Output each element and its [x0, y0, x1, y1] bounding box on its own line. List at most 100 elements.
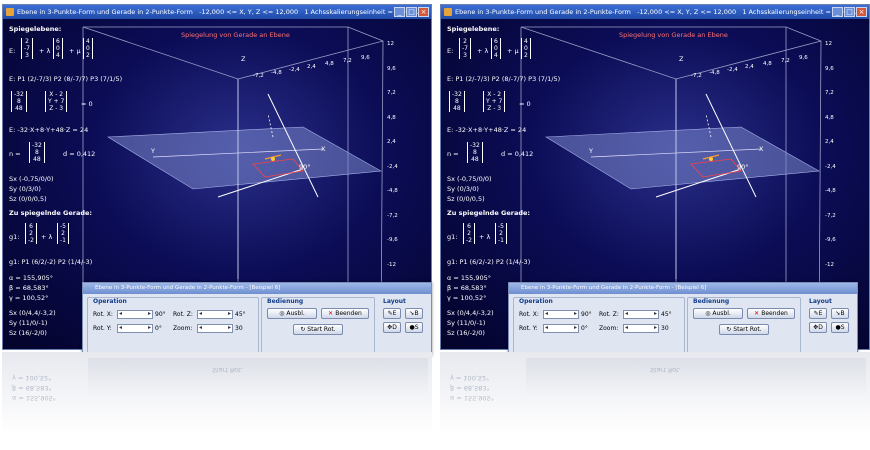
reflected-text: γ = 100,52°	[450, 374, 490, 382]
top-tick-label: 9,6	[361, 55, 370, 61]
z-tick-label: -2,4	[825, 163, 836, 170]
line-vector-2: -5 2 -1	[495, 223, 507, 244]
mu-sign: + μ	[507, 47, 519, 55]
reflected-text: Start Rot.	[650, 366, 681, 374]
mirror-plane	[107, 126, 382, 190]
close-button[interactable]: ×	[856, 7, 867, 17]
plane-sz: Sz (0/0/0,5)	[447, 195, 485, 203]
bedienung-label: Bedienung	[693, 298, 730, 305]
window-range: -12,000 <= X, Y, Z <= 12,000	[199, 8, 299, 16]
x-axis-label: X	[759, 145, 764, 153]
control-panel: Ebene in 3-Punkte-Form und Gerade in 2-P…	[508, 282, 858, 356]
z-tick-label: -7,2	[825, 212, 836, 219]
lambda-sign: + λ	[477, 47, 489, 55]
panel-reflection	[526, 358, 866, 398]
point-difference-vector: X - 2Y + 7Z - 3	[45, 91, 68, 112]
point-difference-vector: X - 2Y + 7Z - 3	[483, 91, 506, 112]
layout-e-button[interactable]: ✎E	[383, 308, 401, 319]
start-rot-button[interactable]: ↻ Start Rot.	[293, 324, 343, 335]
normal-vector-form: -32 8 48	[11, 91, 27, 112]
plane-vector-3: 402	[521, 38, 531, 59]
normal-vector-form: -32 8 48	[449, 91, 465, 112]
rot-x-value: 90°	[155, 311, 166, 318]
rot-z-label: Rot. Z:	[173, 311, 193, 318]
line-points: g1: P1 (6/2/-2) P2 (1/4/-3)	[9, 258, 93, 266]
z-tick-label: 7,2	[825, 90, 834, 96]
top-tick-label: -7,2	[691, 73, 702, 79]
z-axis-label: Z	[679, 55, 684, 63]
rot-y-stepper[interactable]	[117, 324, 153, 333]
ausbl-button[interactable]: ◎ Ausbl.	[267, 308, 317, 319]
angle-label: 90°	[737, 163, 749, 171]
z-axis-label: Z	[241, 55, 246, 63]
layout-label: Layout	[383, 298, 406, 305]
top-tick-label: -7,2	[253, 73, 264, 79]
plane-heading: Spiegelebene:	[9, 25, 62, 33]
scene-heading: Spiegelung von Gerade an Ebene	[181, 31, 290, 39]
zoom-stepper[interactable]	[197, 324, 233, 333]
line-sx: Sx (0/4,4/-3,2)	[9, 309, 56, 317]
layout-b-button[interactable]: ➘B	[405, 308, 423, 319]
operation-label: Operation	[519, 298, 553, 305]
top-tick-label: 4,8	[325, 61, 334, 67]
layout-b-button[interactable]: ➘B	[831, 308, 849, 319]
zoom-stepper[interactable]	[623, 324, 659, 333]
rot-y-stepper[interactable]	[543, 324, 579, 333]
top-tick-label: -4,8	[709, 70, 720, 76]
close-button[interactable]: ×	[418, 7, 429, 17]
z-tick-label: 2,4	[387, 139, 396, 145]
angle-beta: β = 68,583°	[9, 284, 49, 292]
layout-e-button[interactable]: ✎E	[809, 308, 827, 319]
top-tick-label: 4,8	[763, 61, 772, 67]
reflection: γ = 100,52° β = 68,583° α = 155,905° Sta…	[440, 352, 870, 448]
layout-s-button[interactable]: ●S	[831, 322, 849, 333]
plane-points: E: P1 (2/-7/3) P2 (8/-7/7) P3 (7/1/5)	[9, 75, 123, 83]
minimize-button[interactable]: _	[832, 7, 843, 17]
line-sy: Sy (11/0/-1)	[9, 319, 48, 327]
ausbl-button[interactable]: ◎ Ausbl.	[693, 308, 743, 319]
rot-z-stepper[interactable]	[197, 310, 233, 319]
beenden-button[interactable]: ✕ Beenden	[321, 308, 369, 319]
rot-x-stepper[interactable]	[543, 310, 579, 319]
plane-sy: Sy (0/3/0)	[447, 185, 479, 193]
line-sz: Sz (16/-2/0)	[9, 329, 47, 337]
plane-vector-1: 2 -7 3	[459, 38, 471, 59]
coordinate-form: E: -32·X+8·Y+48·Z = 24	[9, 126, 89, 134]
z-tick-label: -9,6	[387, 237, 398, 243]
reflected-text: β = 68,583°	[450, 384, 490, 392]
bedienung-label: Bedienung	[267, 298, 304, 305]
zoom-label: Zoom:	[599, 325, 619, 332]
foot-point	[271, 157, 275, 161]
rot-z-stepper[interactable]	[623, 310, 659, 319]
g-label: g1:	[9, 233, 20, 241]
top-tick-label: 2,4	[307, 64, 316, 70]
angle-gamma: γ = 100,52°	[447, 294, 487, 302]
angle-beta: β = 68,583°	[447, 284, 487, 292]
rot-x-stepper[interactable]	[117, 310, 153, 319]
maximize-button[interactable]: □	[406, 7, 417, 17]
layout-d-button[interactable]: ✥D	[809, 322, 827, 333]
window-title: Ebene in 3-Punkte-Form und Gerade in 2-P…	[455, 8, 631, 16]
start-rot-button[interactable]: ↻ Start Rot.	[719, 324, 769, 335]
plane-sx: Sx (-0,75/0/0)	[9, 175, 54, 183]
mirror-plane	[545, 126, 820, 190]
line-lambda: + λ	[41, 233, 53, 241]
z-tick-label: 9,6	[387, 65, 396, 72]
reflection: γ = 100,52° β = 68,583° α = 155,905° Sta…	[2, 352, 432, 448]
layout-label: Layout	[809, 298, 832, 305]
plane-vector-2: 604	[53, 38, 63, 59]
beenden-button[interactable]: ✕ Beenden	[747, 308, 795, 319]
maximize-button[interactable]: □	[844, 7, 855, 17]
z-tick-label: -12	[825, 261, 834, 268]
layout-s-button[interactable]: ●S	[405, 322, 423, 333]
plane-vector-2: 604	[491, 38, 501, 59]
rot-x-value: 90°	[581, 311, 592, 318]
rot-z-label: Rot. Z:	[599, 311, 619, 318]
minimize-button[interactable]: _	[394, 7, 405, 17]
layout-d-button[interactable]: ✥D	[383, 322, 401, 333]
line-heading: Zu spiegelnde Gerade:	[447, 209, 530, 217]
panel-reflection	[88, 358, 428, 398]
z-tick-label: -4,8	[387, 188, 398, 194]
normal-form-eq: = 0	[81, 100, 93, 108]
rot-y-value: 0°	[155, 325, 162, 332]
